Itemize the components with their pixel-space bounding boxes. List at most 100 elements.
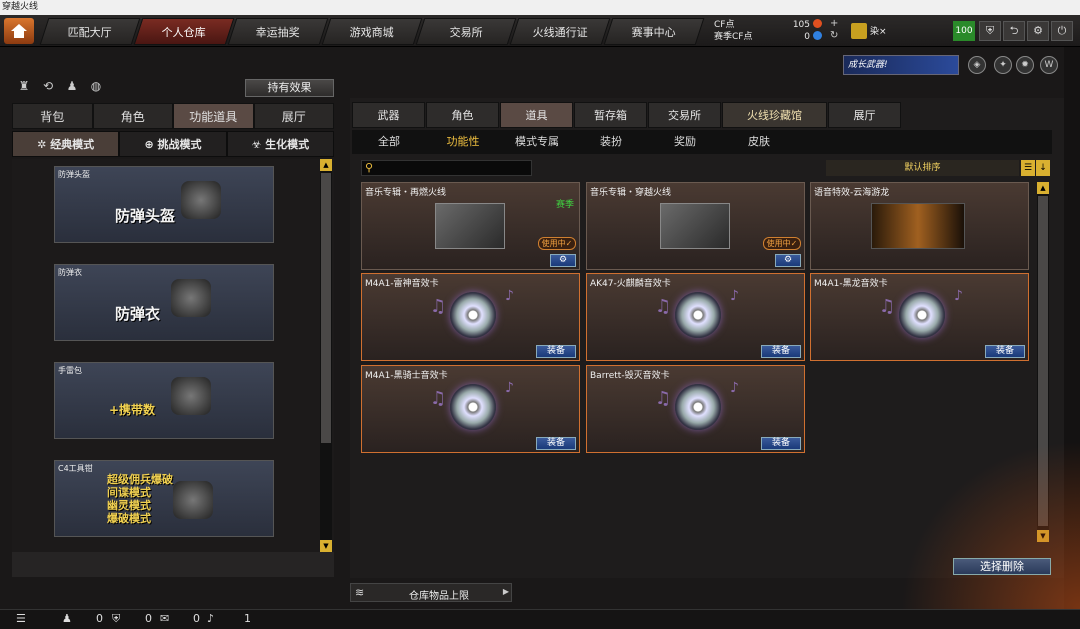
- item-helmet[interactable]: 防弹头盔 防弹头盔: [54, 166, 274, 243]
- subtab-outfit[interactable]: 装扮: [574, 130, 648, 154]
- chevron-right-icon: ▶: [502, 587, 509, 596]
- equip-button[interactable]: 装备: [985, 345, 1025, 358]
- holding-effect-button[interactable]: 持有效果: [245, 79, 334, 97]
- scroll-up-icon[interactable]: ▲: [1037, 182, 1049, 194]
- sub-tabs: 全部 功能性 模式专属 装扮 奖励 皮肤: [352, 130, 1052, 154]
- equip-button[interactable]: 装备: [536, 345, 576, 358]
- in-use-badge: 使用中✓: [538, 237, 576, 250]
- tab-game-mall[interactable]: 游戏商城: [321, 18, 423, 45]
- scroll-up-icon[interactable]: ▲: [320, 159, 332, 171]
- emblem-icon-2[interactable]: ✦: [994, 56, 1012, 74]
- mouse-icon[interactable]: ◍: [88, 79, 104, 95]
- friends-icon[interactable]: ♟: [62, 612, 72, 625]
- right-scrollbar[interactable]: ▲ ▼: [1037, 182, 1049, 542]
- tab-trade[interactable]: 交易所: [648, 102, 721, 128]
- card-title: 语音特效-云海游龙: [814, 188, 890, 198]
- scroll-thumb[interactable]: [1038, 196, 1048, 526]
- equip-button[interactable]: 装备: [536, 437, 576, 450]
- item-card[interactable]: 音乐专辑・再燃火线 赛季 使用中✓ ⚙: [361, 182, 580, 270]
- rank-icon: [851, 23, 867, 39]
- power-icon[interactable]: ⏻: [1051, 21, 1073, 41]
- item-grenade-pack[interactable]: 手雷包 +携带数: [54, 362, 274, 439]
- add-cf-button[interactable]: +: [830, 18, 838, 30]
- tab-collection[interactable]: 火线珍藏馆: [722, 102, 827, 128]
- cf-value: 105: [792, 20, 810, 30]
- settings-gear-icon[interactable]: ⚙: [1027, 21, 1049, 41]
- subtab-skins[interactable]: 皮肤: [722, 130, 796, 154]
- tab-personal-warehouse[interactable]: 个人仓库: [133, 18, 235, 45]
- username[interactable]: 染×: [870, 24, 887, 37]
- tab-items[interactable]: 道具: [500, 102, 573, 128]
- scroll-down-icon[interactable]: ▼: [1037, 530, 1049, 542]
- storage-label: 仓库物品上限: [409, 591, 469, 602]
- left-scrollbar[interactable]: ▲ ▼: [320, 159, 332, 552]
- season-cf-icon: [813, 31, 822, 40]
- tab-exchange[interactable]: 交易所: [415, 18, 517, 45]
- left-toolbar: ♜ ⟲ ♟ ◍: [16, 79, 104, 95]
- tab-temp-box[interactable]: 暂存箱: [574, 102, 647, 128]
- tab-match-lobby[interactable]: 匹配大厅: [39, 18, 141, 45]
- shield-icon[interactable]: ⛨: [979, 21, 1001, 41]
- item-card[interactable]: M4A1-雷神音效卡 ♫ ♪ 装备: [361, 273, 580, 361]
- subtab-all[interactable]: 全部: [352, 130, 426, 154]
- subtab-mode-exclusive[interactable]: 模式专属: [500, 130, 574, 154]
- speaker-count: 1: [244, 612, 251, 625]
- window-title: 穿越火线: [0, 0, 1080, 15]
- promo-banner[interactable]: 成长武器!: [843, 55, 959, 75]
- music-note-icon: ♪: [730, 380, 739, 396]
- subtab-rewards[interactable]: 奖励: [648, 130, 722, 154]
- scroll-thumb[interactable]: [321, 173, 331, 443]
- sort-order-icon[interactable]: ↓: [1036, 160, 1050, 176]
- refresh-cf-button[interactable]: ↻: [830, 30, 838, 42]
- tab-battle-pass[interactable]: 火线通行证: [509, 18, 611, 45]
- exit-icon[interactable]: ⮌: [1003, 21, 1025, 41]
- friends-count: 0: [96, 612, 103, 625]
- select-delete-button[interactable]: 选择删除: [953, 558, 1051, 575]
- history-icon[interactable]: ⟲: [40, 79, 56, 95]
- tab-roles[interactable]: 角色: [426, 102, 499, 128]
- music-note-icon: ♫: [655, 388, 672, 409]
- tab-weapons[interactable]: 武器: [352, 102, 425, 128]
- scroll-down-icon[interactable]: ▼: [320, 540, 332, 552]
- level-badge[interactable]: 100: [953, 21, 975, 41]
- subtab-functional[interactable]: 功能性: [426, 130, 500, 154]
- item-card[interactable]: M4A1-黑龙音效卡 ♫ ♪ 装备: [810, 273, 1029, 361]
- equip-button[interactable]: 装备: [761, 437, 801, 450]
- item-vest[interactable]: 防弹衣 防弹衣: [54, 264, 274, 341]
- emblem-icon-3[interactable]: ✹: [1016, 56, 1034, 74]
- emblem-icon-1[interactable]: ◈: [968, 56, 986, 74]
- item-card[interactable]: M4A1-黑骑士音效卡 ♫ ♪ 装备: [361, 365, 580, 453]
- tab-backpack[interactable]: 背包: [12, 103, 93, 129]
- menu-icon[interactable]: ☰: [16, 612, 26, 625]
- equip-button[interactable]: 装备: [761, 345, 801, 358]
- sort-dropdown[interactable]: 默认排序: [826, 160, 1019, 176]
- list-view-icon[interactable]: ☰: [1021, 160, 1035, 176]
- emblem-icon-4[interactable]: W: [1040, 56, 1058, 74]
- tab-showroom[interactable]: 展厅: [253, 103, 334, 129]
- gear-icon[interactable]: ⚙: [775, 254, 801, 267]
- mode-zombie[interactable]: ☣ 生化模式: [226, 131, 334, 157]
- tab-character[interactable]: 角色: [92, 103, 173, 129]
- speaker-icon[interactable]: ♪: [207, 612, 214, 625]
- clan-icon[interactable]: ⛨: [112, 612, 120, 626]
- search-input[interactable]: ⚲: [361, 160, 532, 176]
- item-card[interactable]: Barrett-毁灭音效卡 ♫ ♪ 装备: [586, 365, 805, 453]
- item-card[interactable]: 语音特效-云海游龙: [810, 182, 1029, 270]
- item-card[interactable]: 音乐专辑・穿越火线 使用中✓ ⚙: [586, 182, 805, 270]
- mode-challenge[interactable]: ⊕ 挑战模式: [119, 131, 227, 157]
- cf-icon: [813, 19, 822, 28]
- item-label: 防弹头盔: [115, 207, 176, 225]
- tab-functional-items[interactable]: 功能道具: [173, 103, 254, 129]
- tab-event-center[interactable]: 赛事中心: [603, 18, 705, 45]
- item-card[interactable]: AK47-火麒麟音效卡 ♫ ♪ 装备: [586, 273, 805, 361]
- storage-limit-bar[interactable]: ≋ 仓库物品上限 ▶: [350, 583, 512, 602]
- character-icon[interactable]: ♟: [64, 79, 80, 95]
- chat-icon[interactable]: ✉: [160, 612, 169, 625]
- item-c4-pliers[interactable]: C4工具钳 超级佣兵爆破 间谍模式 幽灵模式 爆破模式: [54, 460, 274, 537]
- mode-classic[interactable]: ✲ 经典模式: [12, 131, 120, 157]
- home-button[interactable]: [4, 18, 34, 44]
- tab-hall[interactable]: 展厅: [828, 102, 901, 128]
- stats-icon[interactable]: ♜: [16, 79, 32, 95]
- tab-lucky-draw[interactable]: 幸运抽奖: [227, 18, 329, 45]
- gear-icon[interactable]: ⚙: [550, 254, 576, 267]
